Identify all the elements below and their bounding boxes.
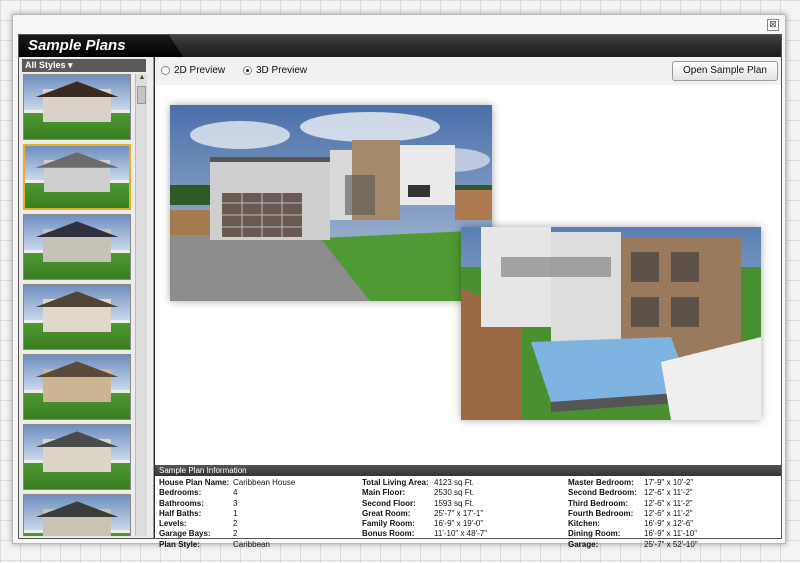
- info-row: Garage Bays: 2: [159, 529, 295, 539]
- info-value: 16'-9" x 19'-0": [434, 519, 484, 529]
- plan-thumbnail-list: [23, 74, 133, 536]
- info-label: Second Floor:: [362, 498, 416, 508]
- info-value: 16'-9" x 12'-6": [644, 519, 694, 529]
- info-row: Dining Room: 16'-9" x 11'-10": [568, 529, 698, 539]
- info-label: Great Room:: [362, 508, 411, 518]
- info-value: 1593 sq Ft.: [434, 498, 475, 508]
- info-value: 11'-10" x 48'-7": [434, 529, 488, 539]
- info-value: 4123 sq Ft.: [434, 478, 475, 487]
- info-label: Plan Style:: [159, 539, 200, 549]
- back-render-image: [461, 227, 761, 420]
- info-row: Family Room: 16'-9" x 19'-0": [362, 519, 487, 529]
- info-label: Half Baths:: [159, 508, 202, 518]
- plan-thumbnail[interactable]: [23, 214, 131, 280]
- info-column-2: Total Living Area: 4123 sq Ft. Main Floor:…: [362, 478, 487, 540]
- radio-2d-label: 2D Preview: [174, 65, 226, 76]
- preview-toolbar: 2D Preview 3D Preview Open Sample Plan: [155, 57, 781, 85]
- info-label: Family Room:: [362, 519, 415, 529]
- close-icon[interactable]: ⊠: [767, 19, 779, 31]
- plan-thumbnail[interactable]: [23, 144, 131, 210]
- info-label: Second Bedroom:: [568, 488, 637, 498]
- info-value: 12'-6" x 11'-2": [644, 508, 693, 518]
- info-row: Main Floor: 2530 sq Ft.: [362, 488, 487, 498]
- info-value: 25'-7" x 52'-10": [644, 539, 698, 549]
- info-row: Bedrooms: 4: [159, 488, 295, 498]
- info-label: Dining Room:: [568, 529, 621, 539]
- plan-thumbnail[interactable]: [23, 424, 131, 490]
- info-value: 2: [233, 529, 238, 539]
- info-row: Kitchen: 16'-9" x 12'-6": [568, 519, 698, 529]
- radio-3d-label: 3D Preview: [256, 65, 308, 76]
- sample-plans-window: ⊠ Sample Plans All Styles ▾ ▲ 2D Preview: [12, 14, 786, 549]
- info-value: 2: [233, 519, 238, 529]
- info-row: Fourth Bedroom: 12'-6" x 11'-2": [568, 509, 698, 519]
- info-row: Plan Style: Caribbean: [159, 540, 295, 550]
- info-value: 25'-7" x 17'-1": [434, 508, 484, 518]
- info-row: Great Room: 25'-7" x 17'-1": [362, 509, 487, 519]
- info-row: Second Floor: 1593 sq Ft.: [362, 499, 487, 509]
- thumbnail-scrollbar[interactable]: ▲: [135, 74, 147, 536]
- info-label: Master Bedroom:: [568, 478, 634, 487]
- info-label: Garage Bays:: [159, 529, 211, 539]
- info-row: Second Bedroom: 12'-6" x 11'-2": [568, 488, 698, 498]
- info-row: Levels: 2: [159, 519, 295, 529]
- info-column-1: House Plan Name: Caribbean House Bedrooms:…: [159, 478, 295, 550]
- info-value: 2530 sq Ft.: [434, 488, 475, 498]
- info-label: Third Bedroom:: [568, 498, 628, 508]
- info-row: Bathrooms: 3: [159, 499, 295, 509]
- info-row: Half Baths: 1: [159, 509, 295, 519]
- info-value: 12'-6" x 11'-2": [644, 488, 693, 498]
- preview-area: [155, 85, 781, 465]
- info-label: Levels:: [159, 519, 187, 529]
- title-bar: Sample Plans: [19, 35, 781, 57]
- plan-thumbnail[interactable]: [23, 284, 131, 350]
- plan-thumbnail[interactable]: [23, 494, 131, 536]
- front-render-image: [170, 105, 492, 301]
- main-panel: 2D Preview 3D Preview Open Sample Plan S…: [155, 57, 781, 549]
- info-label: Fourth Bedroom:: [568, 508, 634, 518]
- info-row: Master Bedroom: 17'-9" x 10'-2": [568, 478, 698, 488]
- info-value: 16'-9" x 11'-10": [644, 529, 698, 539]
- scroll-up-icon[interactable]: ▲: [136, 74, 148, 84]
- open-sample-plan-button[interactable]: Open Sample Plan: [672, 61, 778, 81]
- plan-thumbnail[interactable]: [23, 74, 131, 140]
- radio-2d-preview[interactable]: 2D Preview: [161, 65, 225, 76]
- chevron-down-icon: ▾: [68, 60, 73, 70]
- radio-3d-preview[interactable]: 3D Preview: [243, 65, 307, 76]
- scroll-thumb[interactable]: [137, 86, 146, 104]
- info-value: 12'-6" x 11'-2": [644, 498, 693, 508]
- info-row: Bonus Room: 11'-10" x 48'-7": [362, 529, 487, 539]
- styles-dropdown-label: All Styles: [25, 60, 66, 70]
- info-label: House Plan Name:: [159, 478, 230, 487]
- info-value: 17'-9" x 10'-2": [644, 478, 694, 487]
- info-column-3: Master Bedroom: 17'-9" x 10'-2" Second Bed…: [568, 478, 698, 550]
- radio-checked-icon: [243, 66, 252, 75]
- window-title: Sample Plans: [28, 37, 126, 54]
- radio-circle-icon: [161, 66, 170, 75]
- styles-sidebar: All Styles ▾ ▲: [19, 57, 154, 538]
- info-row: Total Living Area: 4123 sq Ft.: [362, 478, 487, 488]
- info-label: Kitchen:: [568, 519, 600, 529]
- info-value: Caribbean House: [233, 478, 296, 487]
- info-label: Bonus Room:: [362, 529, 415, 539]
- info-value: 1: [233, 508, 238, 518]
- info-row: Third Bedroom: 12'-6" x 11'-2": [568, 499, 698, 509]
- info-row: House Plan Name: Caribbean House: [159, 478, 295, 488]
- info-value: 3: [233, 498, 238, 508]
- styles-dropdown[interactable]: All Styles ▾: [22, 59, 146, 72]
- info-label: Bedrooms:: [159, 488, 202, 498]
- info-value: Caribbean: [233, 539, 270, 549]
- info-label: Main Floor:: [362, 488, 406, 498]
- plan-thumbnail[interactable]: [23, 354, 131, 420]
- info-header: Sample Plan Information: [155, 465, 781, 476]
- content-frame: Sample Plans All Styles ▾ ▲ 2D Preview 3…: [18, 34, 782, 549]
- info-label: Garage:: [568, 539, 599, 549]
- info-value: 4: [233, 488, 238, 498]
- info-label: Total Living Area:: [362, 478, 429, 487]
- plan-info-table: House Plan Name: Caribbean House Bedrooms:…: [155, 476, 781, 549]
- info-row: Garage: 25'-7" x 52'-10": [568, 540, 698, 550]
- info-label: Bathrooms:: [159, 498, 204, 508]
